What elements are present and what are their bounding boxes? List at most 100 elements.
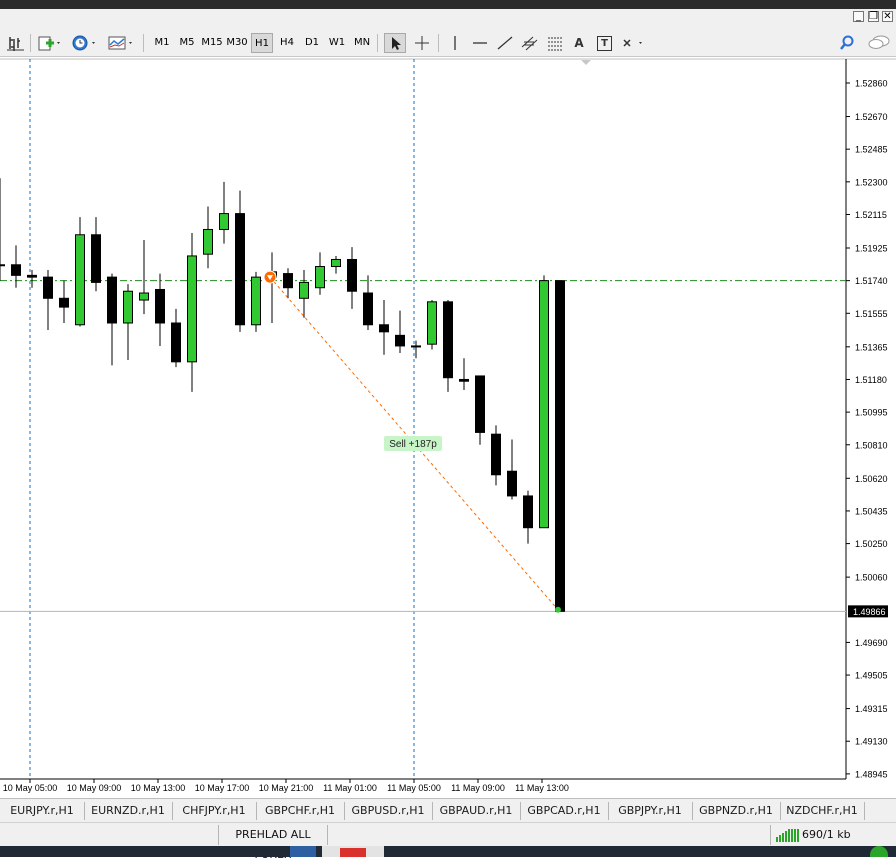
taskbar-tray-icon[interactable]	[870, 846, 888, 857]
chart-tab-eurjpy[interactable]: EURJPY.r,H1	[0, 802, 85, 820]
bear-candle-body	[379, 324, 389, 333]
bear-candle-body	[11, 264, 21, 276]
bear-candle-body	[507, 470, 517, 497]
trade-result-label: Sell +187p	[389, 439, 437, 450]
chart-tab-eurnzd[interactable]: EURNZD.r,H1	[84, 802, 173, 820]
timeframe-h1[interactable]: H1	[251, 33, 273, 53]
price-tick-label: 1.50250	[855, 539, 888, 549]
price-tick-label: 1.50995	[855, 408, 888, 418]
history-clock-icon[interactable]	[70, 33, 100, 53]
restore-button[interactable]: ❐	[868, 11, 879, 22]
price-tick-label: 1.52300	[855, 177, 888, 187]
trade-exit-marker	[555, 606, 561, 613]
price-tick-label: 1.52115	[855, 210, 887, 220]
bear-candle-body	[283, 273, 293, 289]
new-chart-icon[interactable]	[35, 33, 63, 53]
window-titlebar	[0, 0, 896, 9]
bear-candle-body	[91, 234, 101, 283]
cursor-arrow-icon[interactable]	[384, 33, 406, 53]
bear-candle-body	[555, 280, 565, 612]
candle	[251, 271, 261, 332]
chart-tab-nzdchf[interactable]: NZDCHF.r,H1	[780, 802, 865, 820]
crosshair-icon[interactable]	[411, 33, 433, 53]
bull-candle-body	[0, 264, 5, 267]
connection-bars-icon	[776, 829, 799, 842]
fibonacci-icon[interactable]	[544, 33, 566, 53]
bear-candle-body	[43, 276, 53, 299]
vertical-line-icon[interactable]	[444, 33, 466, 53]
chart-tab-gbpcad[interactable]: GBPCAD.r,H1	[520, 802, 609, 820]
chat-icon[interactable]	[866, 33, 892, 53]
chart-tabs-bar: EURJPY.r,H1 EURNZD.r,H1 CHFJPY.r,H1 GBPC…	[0, 798, 896, 822]
close-button[interactable]: ✕	[882, 11, 893, 22]
bull-candle-body	[139, 292, 149, 301]
bull-candle-body	[411, 345, 421, 348]
price-tick-label: 1.51555	[855, 309, 888, 319]
timeframe-mn[interactable]: MN	[351, 33, 373, 53]
text-tool-icon[interactable]: A	[569, 33, 589, 53]
menu-bar: _ ❐ ✕	[0, 9, 896, 29]
bear-candle-body	[443, 301, 453, 379]
price-tick-label: 1.52860	[855, 79, 888, 89]
chart-toolbar: M1 M5 M15 M30 H1 H4 D1 W1 MN A T	[0, 29, 896, 57]
horizontal-line-icon[interactable]	[469, 33, 491, 53]
bear-candle-body	[347, 258, 357, 292]
time-tick-label: 11 May 05:00	[387, 783, 441, 793]
bear-candle-body	[155, 288, 165, 324]
timeframe-h4[interactable]: H4	[276, 33, 298, 53]
equidistant-channel-icon[interactable]	[519, 33, 541, 53]
chart-tab-gbpnzd[interactable]: GBPNZD.r,H1	[692, 802, 781, 820]
search-icon[interactable]	[838, 33, 858, 53]
indicators-icon[interactable]	[106, 33, 136, 53]
price-tick-label: 1.52670	[855, 112, 888, 122]
bull-candle-body	[539, 280, 549, 529]
time-tick-label: 10 May 21:00	[259, 783, 314, 793]
price-tick-label: 1.52485	[855, 145, 888, 155]
time-tick-label: 11 May 09:00	[451, 783, 505, 793]
chart-tab-gbpchf[interactable]: GBPCHF.r,H1	[256, 802, 345, 820]
timeframe-m30[interactable]: M30	[226, 33, 248, 53]
chart-bars-icon[interactable]	[4, 33, 26, 53]
trendline-icon[interactable]	[494, 33, 516, 53]
timeframe-m1[interactable]: M1	[151, 33, 173, 53]
minimize-button[interactable]: _	[853, 11, 864, 22]
bull-candle-body	[251, 276, 261, 326]
bear-candle-body	[491, 433, 501, 476]
bull-candle-body	[427, 301, 437, 345]
bear-candle-body	[27, 274, 37, 278]
price-tick-label: 1.51740	[855, 276, 888, 286]
price-chart[interactable]: Sell +187p 1.52860 1.52670 1.52485 1.52300 1…	[0, 57, 896, 798]
time-tick-label: 10 May 17:00	[195, 783, 250, 793]
taskbar-app-icon[interactable]	[290, 846, 316, 857]
chart-tab-gbpusd[interactable]: GBPUSD.r,H1	[344, 802, 433, 820]
price-tick-label: 1.50060	[855, 573, 888, 583]
chart-tab-gbpaud[interactable]: GBPAUD.r,H1	[432, 802, 521, 820]
price-tick-label: 1.49315	[855, 704, 888, 714]
bear-candle-body	[171, 322, 181, 363]
profile-name[interactable]: PREHLAD ALL FOREX	[218, 825, 328, 861]
chart-tab-chfjpy[interactable]: CHFJPY.r,H1	[172, 802, 257, 820]
candle	[443, 300, 453, 392]
price-tick-label: 1.49130	[855, 737, 888, 747]
bear-candle-body	[475, 375, 485, 433]
taskbar-active-app[interactable]	[322, 846, 384, 857]
timeframe-w1[interactable]: W1	[326, 33, 348, 53]
timeframe-m5[interactable]: M5	[176, 33, 198, 53]
bear-candle-body	[363, 292, 373, 326]
timeframe-d1[interactable]: D1	[301, 33, 323, 53]
text-label-icon[interactable]: T	[594, 33, 614, 53]
bear-candle-body	[395, 334, 405, 347]
price-tick-label: 1.48945	[855, 769, 888, 779]
bear-candle-body	[235, 213, 245, 326]
price-tick-label: 1.51180	[855, 375, 887, 385]
connection-status[interactable]: 690/1 kb	[770, 825, 891, 845]
arrows-tool-icon[interactable]	[620, 33, 646, 53]
traffic-readout: 690/1 kb	[802, 828, 851, 841]
timeframe-m15[interactable]: M15	[201, 33, 223, 53]
bull-candle-body	[315, 266, 325, 289]
bear-candle-body	[59, 297, 69, 308]
chart-tab-gbpjpy[interactable]: GBPJPY.r,H1	[608, 802, 693, 820]
bull-candle-body	[219, 213, 229, 230]
bear-candle-body	[459, 378, 469, 382]
candle	[539, 275, 549, 529]
